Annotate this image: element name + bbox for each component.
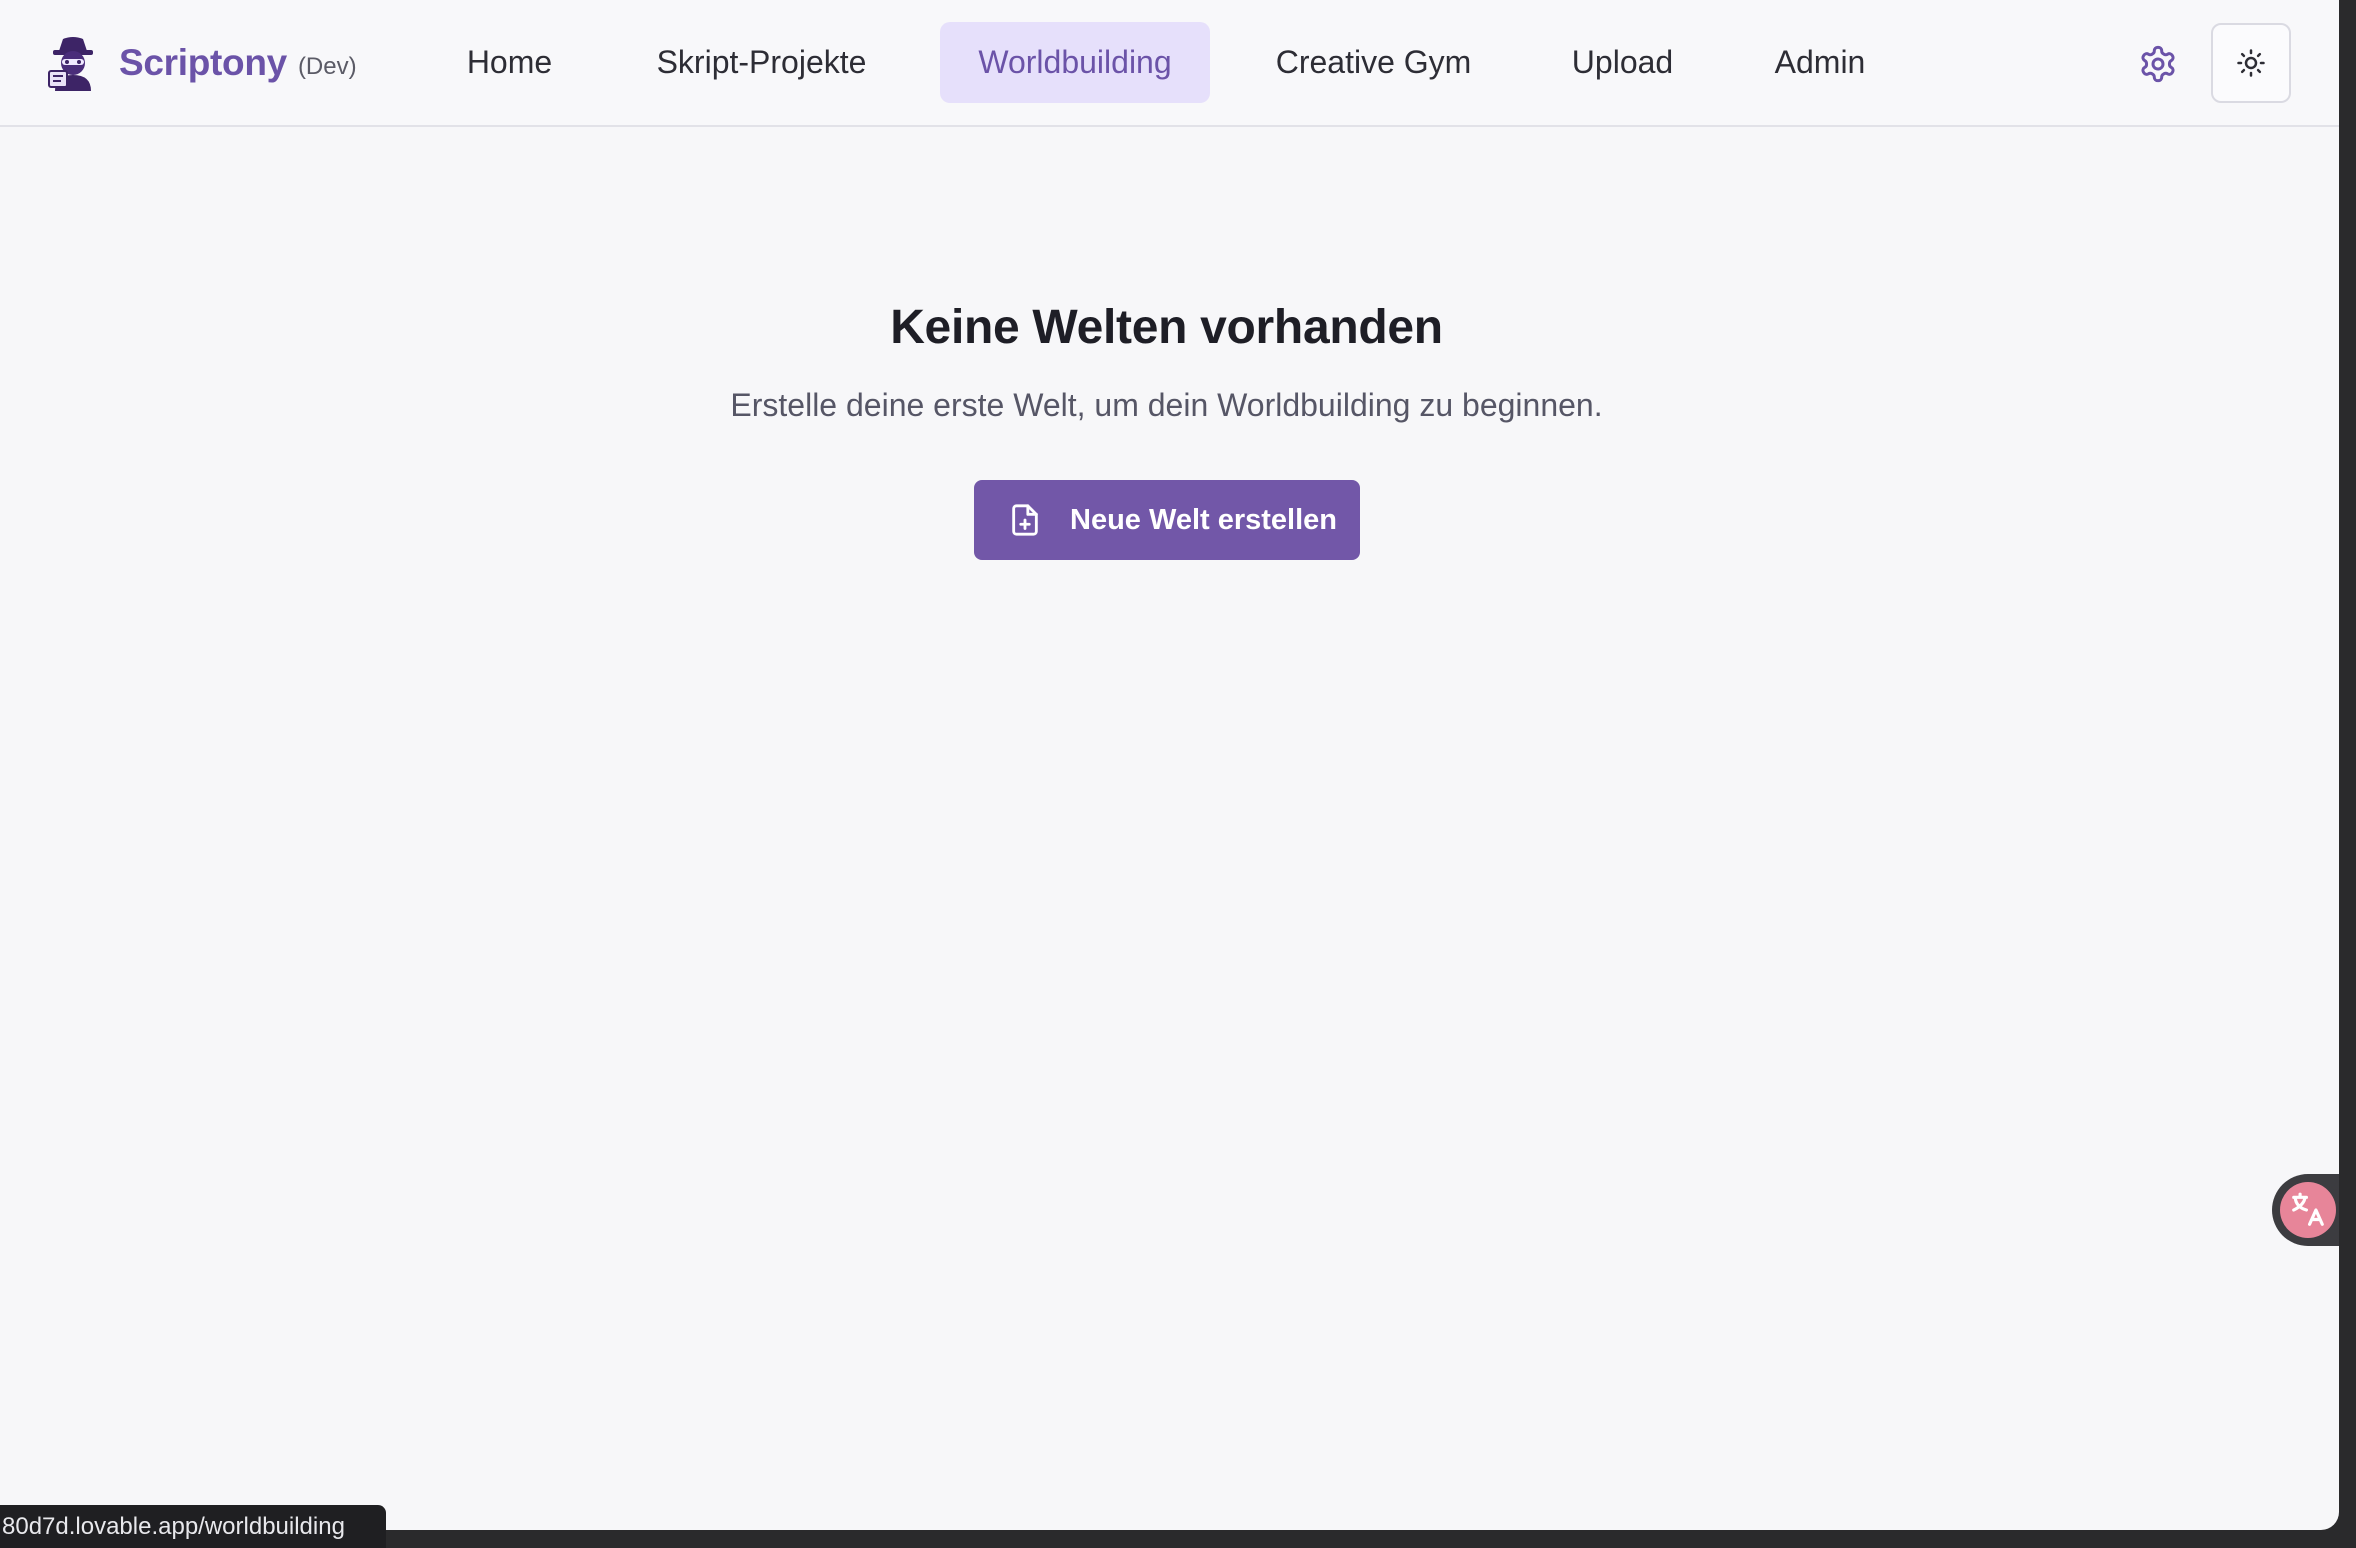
nav-item-upload[interactable]: Upload xyxy=(1540,22,1705,103)
sun-icon xyxy=(2237,49,2265,77)
create-world-button[interactable]: Neue Welt erstellen xyxy=(974,480,1360,560)
brand-logo[interactable]: Scriptony (Dev) xyxy=(45,30,357,96)
empty-state-description: Erstelle deine erste Welt, um dein World… xyxy=(730,387,1603,423)
nav-item-skript-projekte[interactable]: Skript-Projekte xyxy=(620,22,903,103)
create-world-button-label: Neue Welt erstellen xyxy=(1070,503,1338,536)
top-navbar: Scriptony (Dev) Home Skript-Projekte Wor… xyxy=(0,0,2339,127)
settings-button[interactable] xyxy=(2128,36,2188,92)
theme-toggle-button[interactable] xyxy=(2211,23,2291,103)
app-window: Scriptony (Dev) Home Skript-Projekte Wor… xyxy=(0,0,2339,1530)
gear-icon xyxy=(2141,45,2175,83)
detective-mascot-icon xyxy=(48,37,93,91)
nav-item-home[interactable]: Home xyxy=(423,22,596,103)
empty-state: Keine Welten vorhanden Erstelle deine er… xyxy=(0,300,2333,424)
status-bar-url: 80d7d.lovable.app/worldbuilding xyxy=(0,1505,386,1548)
nav-item-creative-gym[interactable]: Creative Gym xyxy=(1245,22,1502,103)
translate-icon xyxy=(2280,1182,2336,1238)
brand-name: Scriptony xyxy=(119,42,287,83)
nav-item-admin[interactable]: Admin xyxy=(1742,22,1898,103)
nav-item-worldbuilding[interactable]: Worldbuilding xyxy=(940,22,1210,103)
file-plus-icon xyxy=(1012,504,1038,536)
translate-widget-button[interactable] xyxy=(2272,1174,2339,1246)
env-tag: (Dev) xyxy=(297,53,357,80)
empty-state-title: Keine Welten vorhanden xyxy=(890,301,1443,354)
